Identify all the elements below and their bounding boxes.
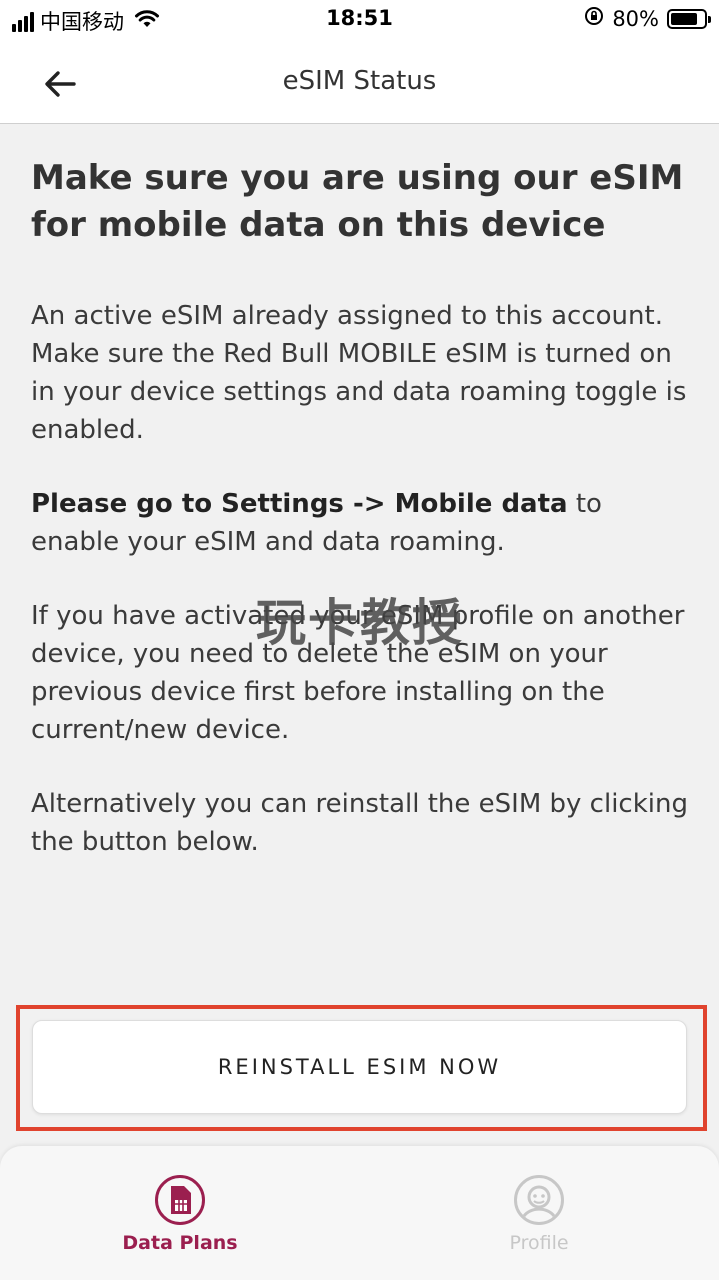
main-content: Make sure you are using our eSIM for mob… [31,155,691,861]
battery-percent: 80% [612,6,659,31]
settings-instruction: Please go to Settings -> Mobile data [31,489,568,519]
info-paragraph-4: Alternatively you can reinstall the eSIM… [31,789,688,857]
nav-item-profile[interactable]: Profile [449,1174,629,1254]
info-paragraph-1: An active eSIM already assigned to this … [31,301,687,445]
sim-card-icon [155,1175,205,1225]
page-title: eSIM Status [282,66,437,96]
status-bar: 中国移动 18:51 80% [0,0,719,42]
app-header: eSIM Status [0,42,719,124]
info-paragraph-2: Please go to Settings -> Mobile data to … [31,485,691,561]
reinstall-esim-button[interactable]: REINSTALL ESIM NOW [32,1020,687,1114]
profile-icon [514,1175,564,1225]
battery-fill [671,12,697,25]
nav-label-profile: Profile [509,1232,569,1254]
watermark-text: 玩卡教授 [256,594,464,652]
battery-icon [667,8,711,29]
content-heading: Make sure you are using our eSIM for mob… [31,158,684,245]
nav-item-data-plans[interactable]: Data Plans [90,1174,270,1254]
bottom-nav: Data Plans Profile [0,1146,719,1280]
orientation-lock-icon [584,6,604,31]
status-right: 80% [584,6,711,31]
nav-label-data-plans: Data Plans [122,1232,238,1254]
